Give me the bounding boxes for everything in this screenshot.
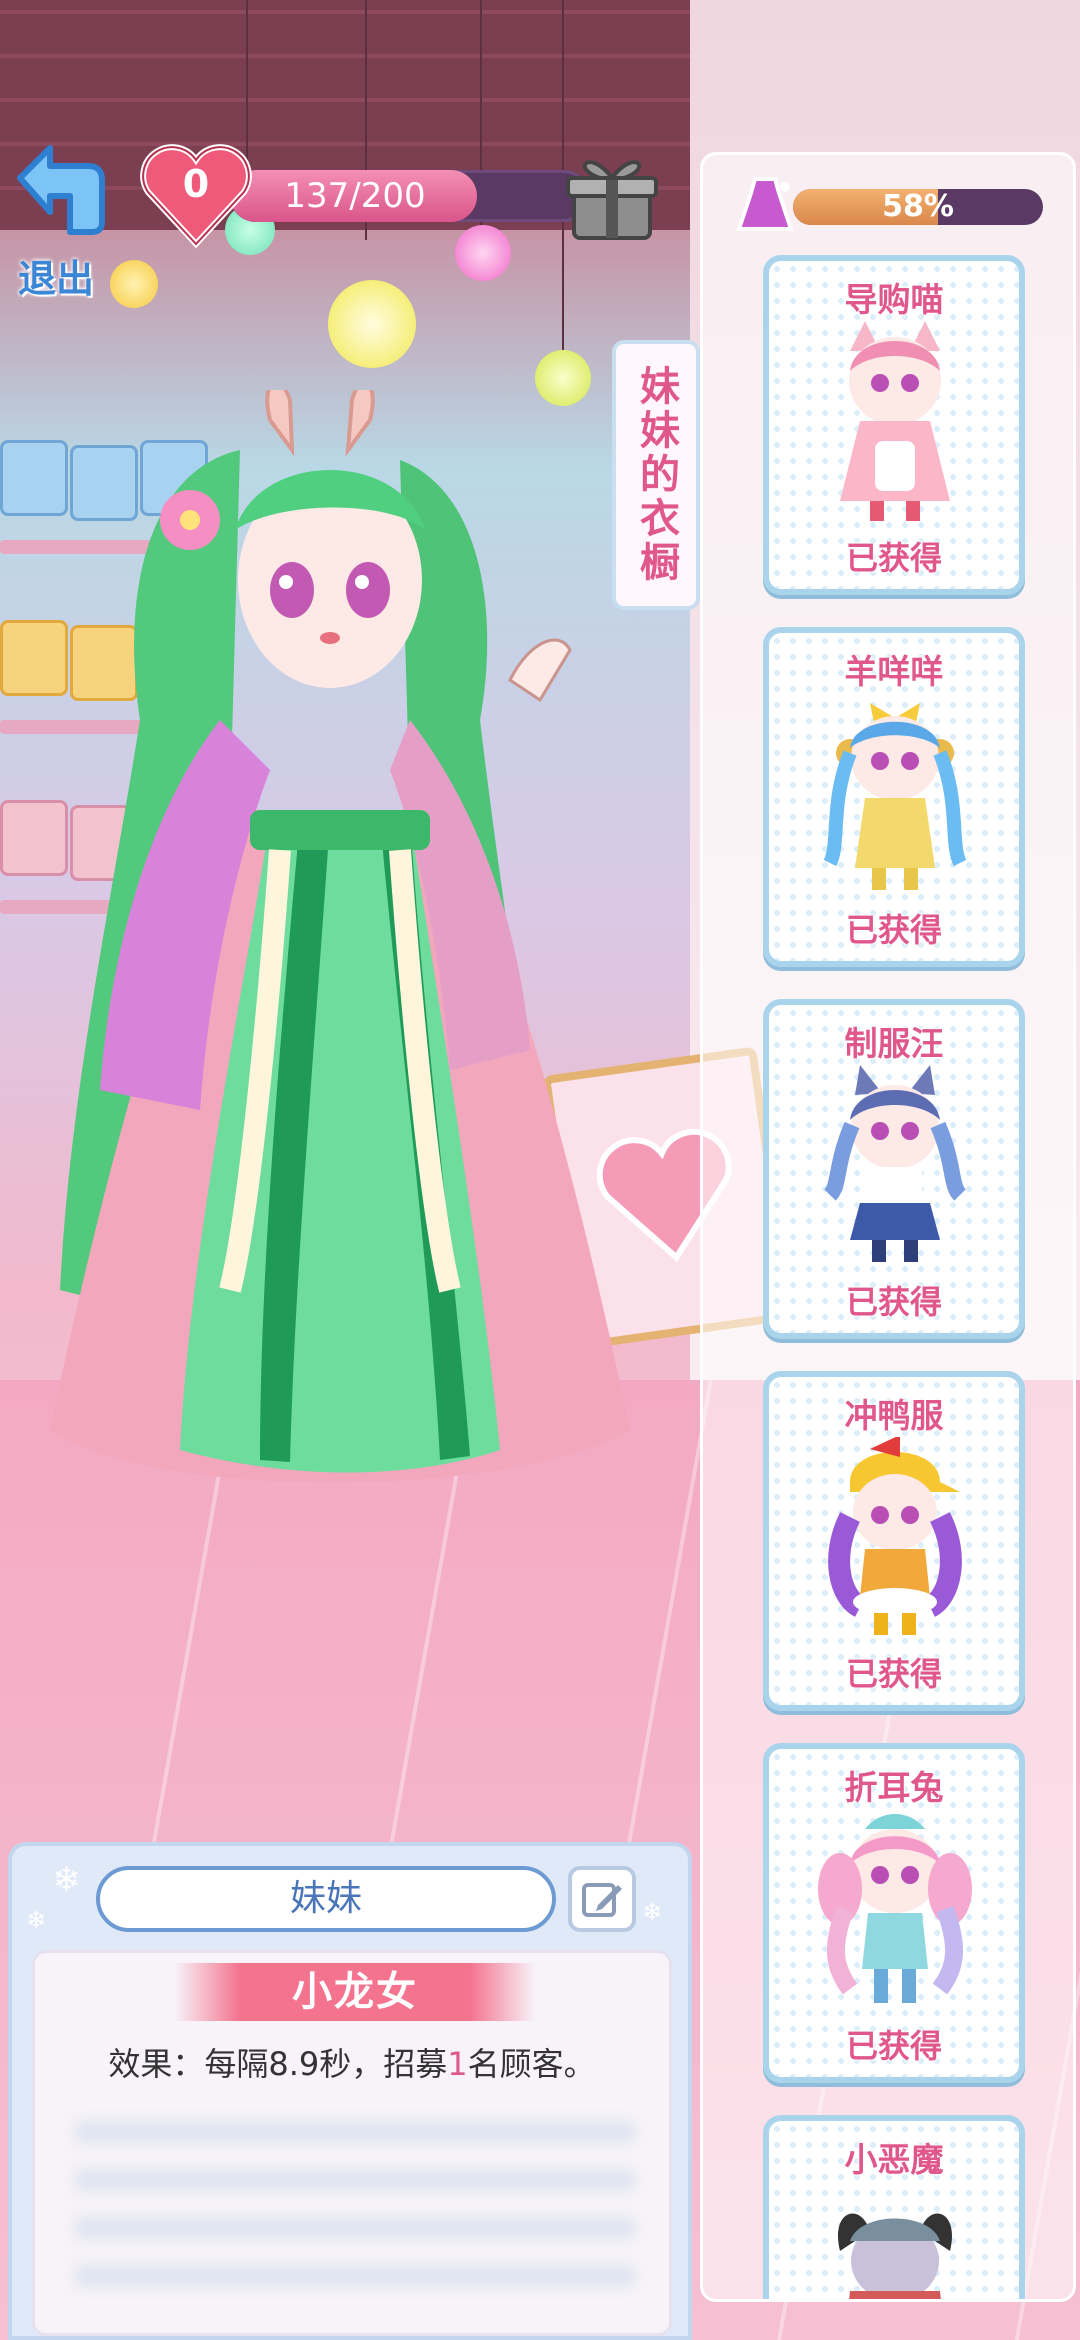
blurred-description: [75, 2103, 635, 2313]
snowflake-icon: ❄: [52, 1860, 81, 1900]
hanging-lamp: [328, 280, 416, 368]
hanging-lamp: [110, 260, 158, 308]
character-info-panel: ❄ ❄ ❄ 妹妹 小龙女 效果：每隔8.9秒，招募1名顾客。: [8, 1842, 692, 2340]
effect-prefix: 效果：每隔8.9秒，招募: [108, 2045, 448, 2083]
edit-name-button[interactable]: [568, 1866, 636, 1932]
edit-pencil-icon: [582, 1883, 622, 1917]
wardrobe-tab[interactable]: 妹妹的衣橱: [612, 340, 700, 610]
wardrobe-tab-label: 妹妹的衣橱: [633, 365, 679, 585]
heart-progress-bar: 137/200: [230, 170, 590, 222]
outfit-name: 导购喵: [844, 280, 944, 319]
outfit-status: 已获得: [845, 539, 942, 577]
outfit-status: 已获得: [845, 2027, 942, 2065]
outfit-card[interactable]: 冲鸭服 已获得: [763, 1371, 1025, 1711]
outfit-duck-image: [828, 1437, 962, 1635]
outfit-card[interactable]: 制服汪 已获得: [763, 999, 1025, 1339]
outfit-lop-bunny-image: [818, 1814, 972, 2003]
collection-progress-text: 58%: [882, 189, 954, 224]
outfit-effect: 效果：每隔8.9秒，招募1名顾客。: [35, 2039, 669, 2085]
outfit-panel[interactable]: 58% 导购喵 已获得 羊咩咩 已获得 制服汪 已获得 冲鸭服 已获得 折耳兔 …: [700, 152, 1076, 2302]
snowflake-icon: ❄: [642, 1898, 663, 1926]
outfit-status: 已获得: [845, 1283, 942, 1321]
outfit-card[interactable]: 折耳兔 已获得: [763, 1743, 1025, 2083]
outfit-name: 羊咩咩: [844, 652, 944, 691]
outfit-card[interactable]: 导购喵 已获得: [763, 255, 1025, 595]
exit-button[interactable]: 退出: [10, 140, 110, 301]
dress-icon: [736, 177, 794, 231]
outfit-sheep-image: [823, 703, 967, 890]
character-name-field[interactable]: 妹妹: [96, 1866, 556, 1932]
back-arrow-icon: [17, 145, 105, 235]
effect-number: 1: [447, 2045, 468, 2083]
heart-count: 0: [182, 162, 210, 206]
gift-reward-button[interactable]: [560, 148, 664, 244]
outfit-name: 制服汪: [844, 1024, 944, 1063]
snowflake-icon: ❄: [26, 1906, 47, 1934]
character-xiaolongnv[interactable]: [30, 390, 650, 1610]
outfit-uniform-dog-image: [823, 1065, 967, 1262]
gift-box-icon: [566, 160, 658, 240]
outfit-cat-clerk-image: [840, 321, 950, 521]
outfit-description: 小龙女 效果：每隔8.9秒，招募1名顾客。: [32, 1950, 672, 2336]
outfit-name: 冲鸭服: [844, 1396, 944, 1435]
outfit-status: 已获得: [845, 1655, 942, 1693]
outfit-card[interactable]: 小恶魔: [763, 2115, 1025, 2299]
outfit-status: 已获得: [845, 911, 942, 949]
heart-progress-text: 137/200: [284, 176, 426, 216]
outfit-title: 小龙女: [175, 1963, 535, 2021]
heart-counter: 0: [136, 140, 256, 250]
outfit-name: 折耳兔: [844, 1768, 944, 1807]
collection-progress: 58%: [733, 175, 1053, 235]
outfit-name: 小恶魔: [844, 2140, 944, 2179]
hanging-lamp: [455, 225, 511, 281]
effect-suffix: 名顾客。: [467, 2045, 596, 2083]
exit-label: 退出: [18, 257, 95, 301]
outfit-card[interactable]: 羊咩咩 已获得: [763, 627, 1025, 967]
outfit-little-devil-image: [837, 2213, 953, 2299]
